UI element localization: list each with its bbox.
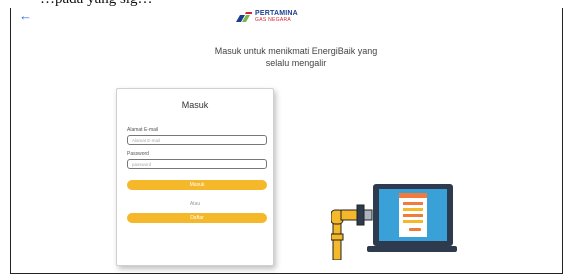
pertamina-logo-icon <box>236 12 252 22</box>
pipe-to-laptop-illustration <box>331 184 457 260</box>
tagline-line-1: Masuk untuk menikmati EnergiBaik yang <box>214 46 378 56</box>
or-separator: Atau <box>189 201 201 207</box>
logo-subtitle: GAS NEGARA <box>255 17 292 23</box>
logo-title: PERTAMINA <box>255 10 298 17</box>
login-title: Masuk <box>181 100 209 110</box>
login-button[interactable]: Masuk <box>127 180 267 190</box>
top-caption: …pada yang sig… <box>0 0 573 8</box>
password-field[interactable] <box>127 159 267 169</box>
email-label: Alamat E-mail <box>127 127 159 133</box>
email-field[interactable] <box>127 135 267 145</box>
password-label: Password <box>127 151 149 157</box>
back-arrow-icon[interactable]: ← <box>19 9 32 23</box>
register-button[interactable]: Daftar <box>127 213 267 223</box>
app-frame: ← PERTAMINA GAS NEGARA Masuk untuk menik… <box>10 8 563 274</box>
login-card: Masuk Alamat E-mail Password Masuk Atau … <box>116 88 274 266</box>
pertamina-logo: PERTAMINA GAS NEGARA <box>236 10 298 24</box>
tagline-line-2: selalu mengalir <box>265 58 327 68</box>
tagline: Masuk untuk menikmati EnergiBaik yang se… <box>191 45 401 69</box>
